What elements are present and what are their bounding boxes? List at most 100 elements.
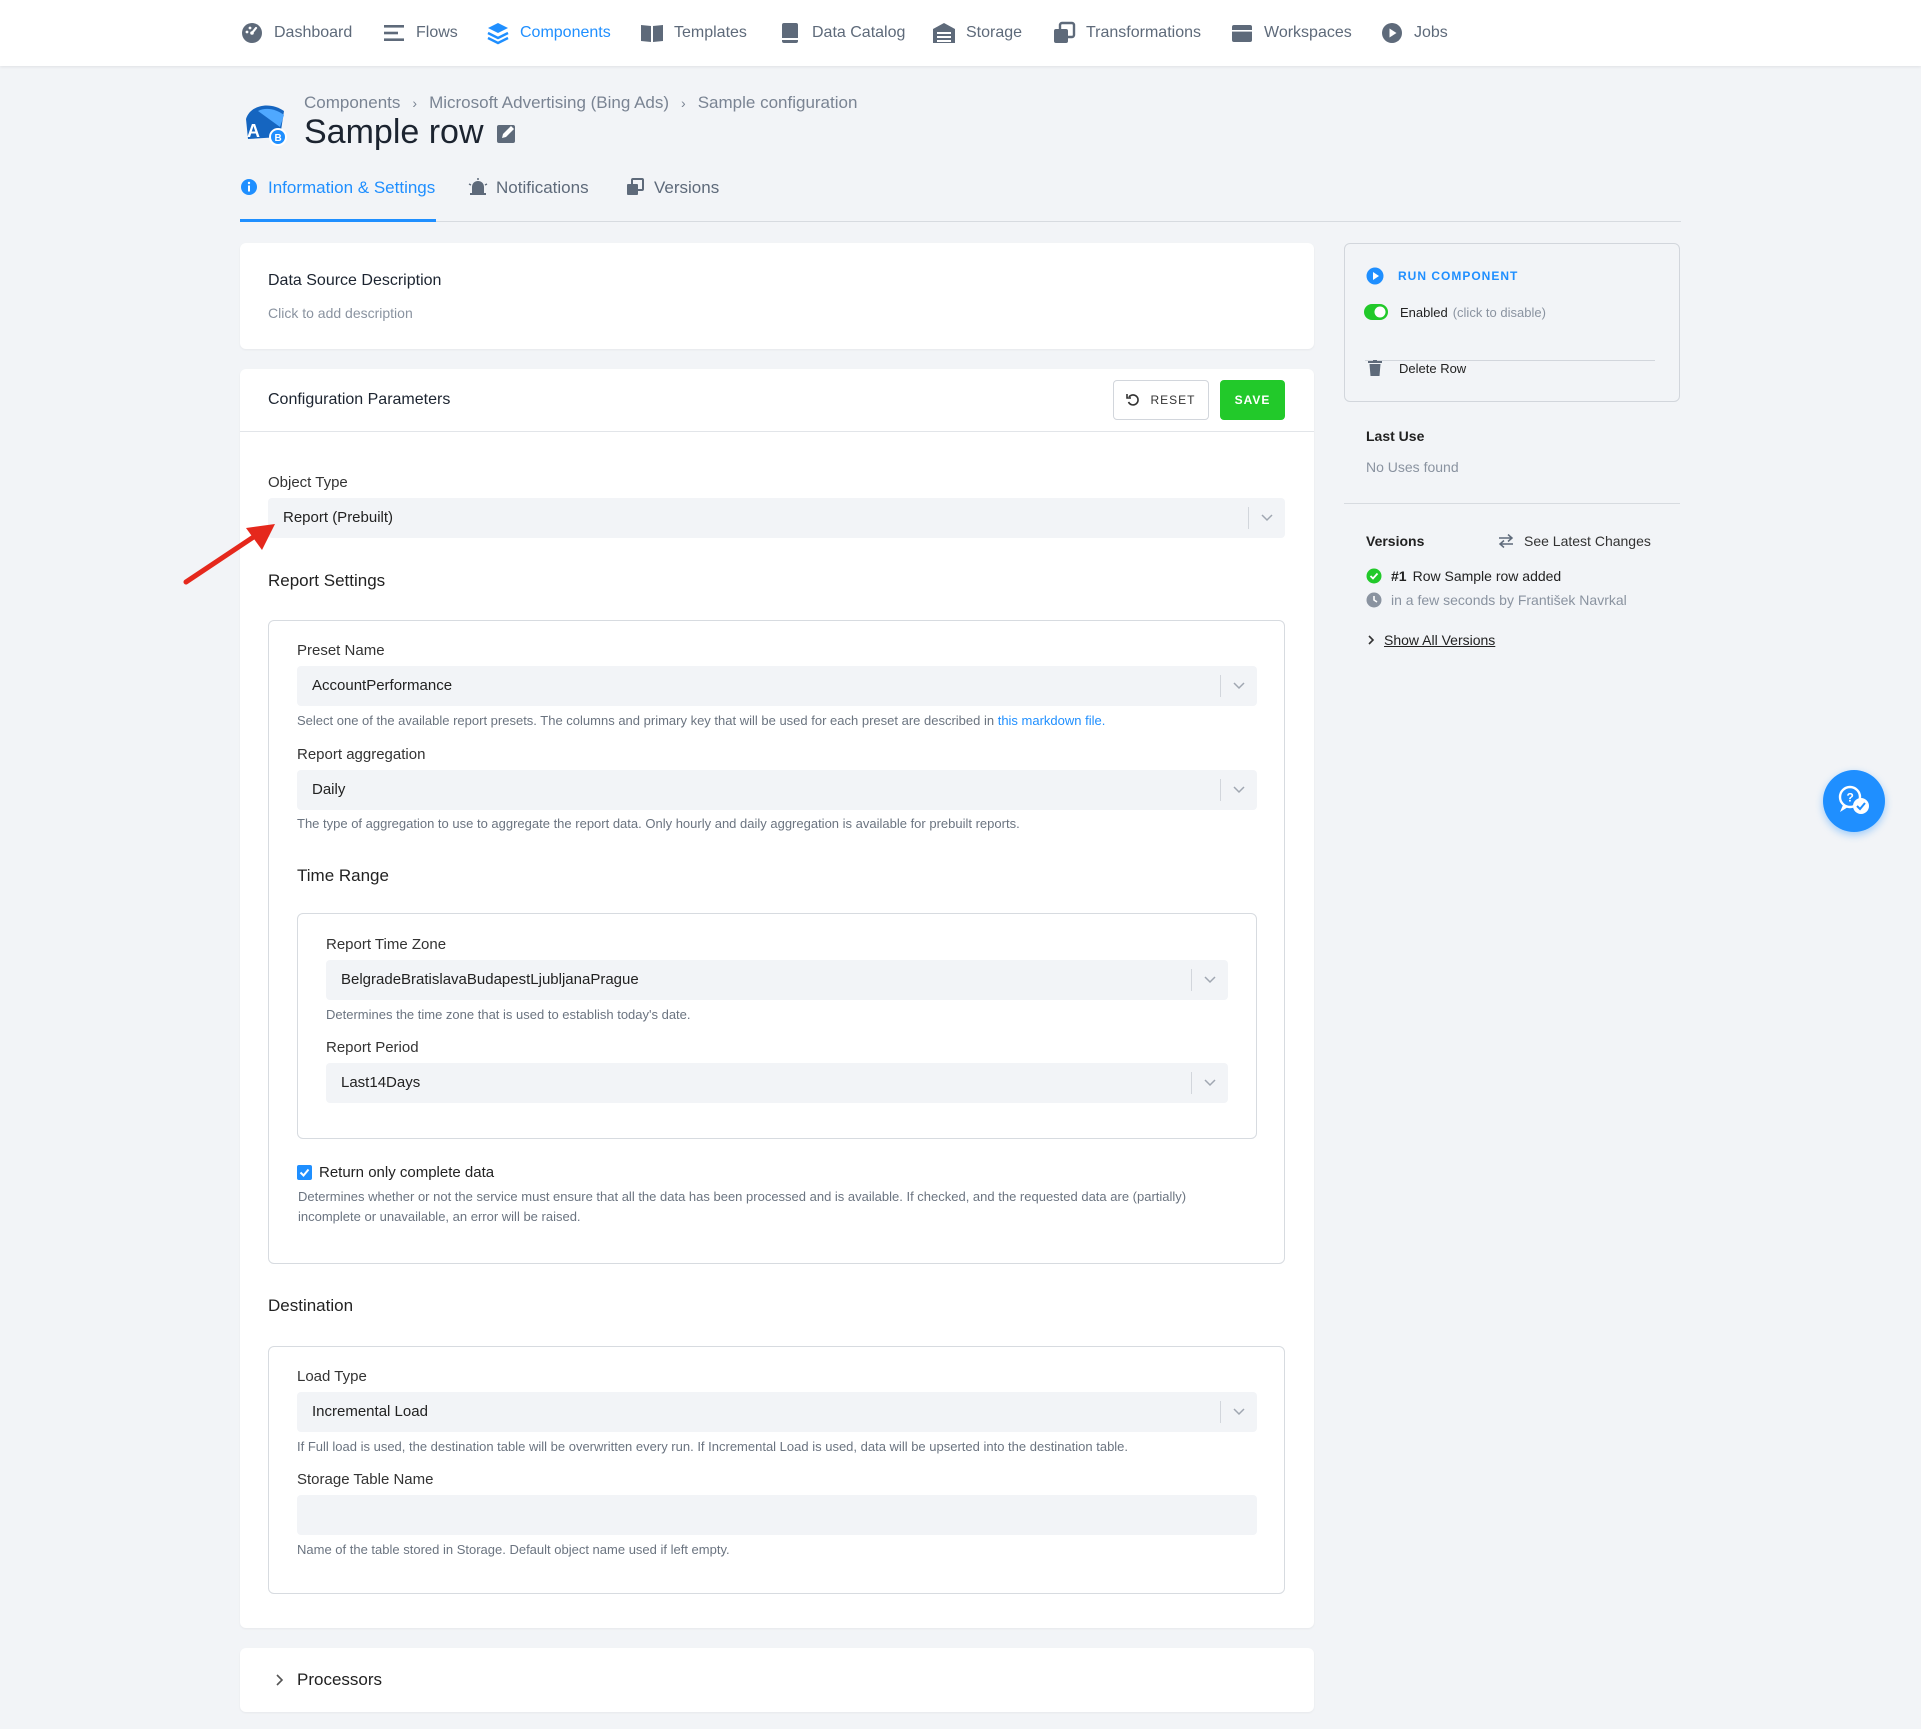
versions-icon	[626, 178, 646, 198]
load-type-select[interactable]: Incremental Load	[297, 1392, 1257, 1432]
dashboard-icon	[240, 21, 264, 45]
complete-data-checkbox[interactable]	[297, 1165, 312, 1180]
breadcrumb-configuration[interactable]: Sample configuration	[698, 93, 858, 113]
tab-label: Notifications	[496, 178, 589, 197]
chevron-down-icon	[1202, 1074, 1218, 1090]
storage-icon	[932, 21, 956, 45]
enabled-toggle-row[interactable]: Enabled (click to disable)	[1364, 304, 1546, 320]
version-meta-text: in a few seconds by František Navrkal	[1391, 592, 1627, 608]
delete-row-label: Delete Row	[1399, 360, 1467, 376]
markdown-file-link[interactable]: this markdown file.	[998, 713, 1106, 728]
svg-text:B: B	[275, 133, 282, 144]
processors-card[interactable]: Processors	[240, 1648, 1314, 1712]
time-zone-select[interactable]: BelgradeBratislavaBudapestLjubljanaPragu…	[326, 960, 1228, 1000]
jobs-icon	[1380, 21, 1404, 45]
nav-label: Jobs	[1414, 24, 1448, 41]
chevron-down-icon	[1259, 509, 1275, 525]
load-type-label: Load Type	[297, 1368, 367, 1385]
select-value: Daily	[312, 781, 346, 798]
select-divider	[1248, 507, 1249, 529]
chevron-right-icon: ›	[412, 95, 418, 111]
select-divider	[1191, 1072, 1192, 1094]
enabled-hint: (click to disable)	[1452, 304, 1546, 320]
flows-icon	[382, 21, 406, 45]
time-zone-help: Determines the time zone that is used to…	[326, 1007, 691, 1022]
nav-label: Flows	[416, 24, 458, 41]
select-value: Incremental Load	[312, 1403, 428, 1420]
object-type-label: Object Type	[268, 474, 348, 491]
toggle-switch[interactable]	[1364, 304, 1388, 320]
select-value: AccountPerformance	[312, 677, 453, 694]
select-value: BelgradeBratislavaBudapestLjubljanaPragu…	[341, 971, 639, 988]
breadcrumb: Components › Microsoft Advertising (Bing…	[304, 93, 857, 113]
nav-item-dashboard[interactable]: Dashboard	[240, 20, 352, 46]
table-name-label: Storage Table Name	[297, 1471, 434, 1488]
nav-label: Templates	[674, 24, 747, 41]
delete-row-button[interactable]: Delete Row	[1368, 360, 1466, 376]
destination-title: Destination	[268, 1296, 354, 1315]
version-number: #1	[1391, 568, 1407, 584]
select-value: Last14Days	[341, 1074, 421, 1091]
nav-item-transformations[interactable]: Transformations	[1052, 20, 1201, 46]
select-divider	[1220, 675, 1221, 697]
reset-button[interactable]: RESET	[1113, 380, 1209, 420]
nav-label: Components	[520, 24, 611, 41]
nav-item-components[interactable]: Components	[486, 20, 611, 46]
bell-icon	[468, 178, 488, 198]
run-component-button[interactable]: RUN COMPONENT	[1366, 267, 1518, 285]
nav-item-storage[interactable]: Storage	[932, 20, 1022, 46]
preset-name-label: Preset Name	[297, 642, 385, 659]
complete-data-help-line1: Determines whether or not the service mu…	[298, 1189, 1187, 1204]
nav-item-workspaces[interactable]: Workspaces	[1230, 20, 1352, 46]
nav-item-data-catalog[interactable]: Data Catalog	[778, 20, 905, 46]
tab-notifications[interactable]: Notifications	[468, 178, 589, 222]
chevron-down-icon	[1231, 781, 1247, 797]
complete-data-help-line2: incomplete or unavailable, an error will…	[298, 1209, 581, 1224]
aggregation-select[interactable]: Daily	[297, 770, 1257, 810]
report-period-select[interactable]: Last14Days	[326, 1063, 1228, 1103]
chevron-down-icon	[1202, 971, 1218, 987]
description-title: Data Source Description	[268, 272, 442, 289]
complete-data-label: Return only complete data	[319, 1164, 495, 1181]
table-name-input[interactable]	[297, 1495, 1257, 1535]
show-all-versions-link[interactable]: Show All Versions	[1366, 632, 1495, 648]
component-logo: A B	[240, 97, 290, 147]
trash-icon	[1368, 360, 1382, 376]
chat-icon: ?	[1836, 784, 1872, 818]
top-navigation: Dashboard Flows Components Templates Dat…	[0, 0, 1921, 66]
nav-item-jobs[interactable]: Jobs	[1380, 20, 1448, 46]
description-placeholder[interactable]: Click to add description	[268, 305, 413, 321]
aggregation-help: The type of aggregation to use to aggreg…	[297, 816, 1020, 831]
breadcrumb-component[interactable]: Microsoft Advertising (Bing Ads)	[429, 93, 669, 113]
nav-item-flows[interactable]: Flows	[382, 20, 458, 46]
chevron-down-icon	[1231, 677, 1247, 693]
clock-icon	[1366, 592, 1382, 608]
save-button[interactable]: SAVE	[1220, 380, 1285, 420]
nav-item-templates[interactable]: Templates	[640, 20, 747, 46]
chat-support-button[interactable]: ?	[1823, 770, 1885, 832]
description-card: Data Source Description Click to add des…	[240, 243, 1314, 349]
breadcrumb-components[interactable]: Components	[304, 93, 400, 113]
preset-name-select[interactable]: AccountPerformance	[297, 666, 1257, 706]
preset-name-help: Select one of the available report prese…	[297, 713, 1105, 728]
version-entry[interactable]: #1 Row Sample row added	[1366, 568, 1561, 584]
complete-data-row: Return only complete data	[297, 1164, 494, 1181]
data-catalog-icon	[778, 21, 802, 45]
time-zone-label: Report Time Zone	[326, 936, 447, 953]
see-latest-changes-link[interactable]: See Latest Changes	[1498, 533, 1651, 549]
annotation-arrow-icon	[183, 524, 275, 585]
report-settings-title: Report Settings	[268, 571, 386, 590]
svg-text:?: ?	[1847, 791, 1854, 805]
edit-icon[interactable]	[496, 122, 518, 144]
object-type-select[interactable]: Report (Prebuilt)	[268, 498, 1285, 538]
select-divider	[1220, 1401, 1221, 1423]
page-title-text: Sample row	[304, 113, 484, 151]
preset-help-text: Select one of the available report prese…	[297, 713, 998, 728]
transformations-icon	[1052, 21, 1076, 45]
chevron-right-icon	[1366, 634, 1376, 646]
reset-label: RESET	[1150, 393, 1196, 407]
tab-information-settings[interactable]: Information & Settings	[240, 178, 436, 222]
tab-versions[interactable]: Versions	[626, 178, 719, 222]
nav-label: Workspaces	[1264, 24, 1352, 41]
see-latest-changes-label: See Latest Changes	[1524, 533, 1651, 549]
